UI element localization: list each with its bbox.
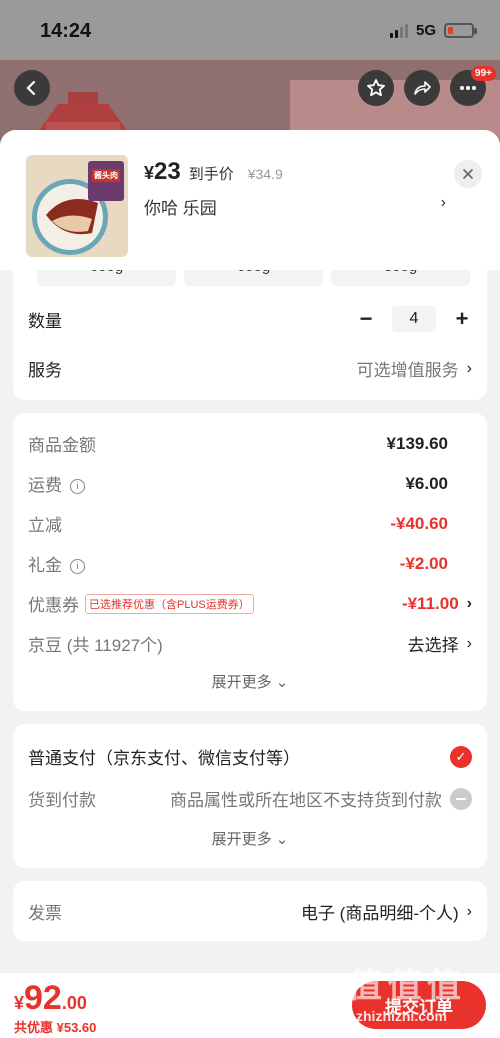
cost-card: 商品金额 ¥139.60 运费 i ¥6.00 立减 -¥40.60 礼金 i -¥… [13,413,487,711]
share-button[interactable] [404,70,440,106]
disabled-icon [450,787,472,810]
instant-discount-row: 立减 -¥40.60 [28,511,472,536]
share-icon [414,81,431,95]
normal-payment-label: 普通支付（京东支付、微信支付等） [28,749,300,768]
info-icon[interactable]: i [70,559,85,575]
beans-value: 去选择 [407,636,459,655]
goods-amount-row: 商品金额 ¥139.60 [28,431,472,456]
service-value: 可选增值服务 [356,361,459,380]
signal-icon [389,23,408,38]
quantity-row: 数量 − 4 + [28,306,472,332]
shipping-value: ¥6.00 [405,473,448,493]
gift-value: -¥2.00 [399,553,448,573]
selected-variant[interactable]: 你哈 乐园 [144,194,217,219]
order-sheet: 酱头肉 ¥ 23 到手价 ¥34.9 你哈 乐园 › 600g 600g 300… [0,130,500,1038]
invoice-card[interactable]: 发票 电子 (商品明细-个人) › [13,881,487,941]
cod-label: 货到付款 [28,791,96,810]
chevron-left-icon [26,80,36,96]
price-line: ¥ 23 到手价 ¥34.9 [144,158,283,186]
product-thumbnail: 酱头肉 [26,155,128,257]
decrease-button[interactable]: − [356,306,376,332]
back-button[interactable] [14,70,50,106]
star-icon [367,79,385,97]
network-label: 5G [415,22,436,39]
beans-label: 京豆 (共 11927个) [28,636,163,655]
chevron-right-icon[interactable]: › [441,194,446,212]
total-decimal: .00 [61,993,87,1013]
thumb-label: 酱头肉 [92,169,120,182]
more-dots-icon [460,86,476,90]
price-symbol: ¥ [144,163,155,183]
payment-card: 普通支付（京东支付、微信支付等） ✓ 货到付款 商品属性或所在地区不支持货到付款… [13,724,487,868]
instant-discount-value: -¥40.60 [390,513,448,533]
battery-icon [444,23,477,38]
coupon-row[interactable]: 优惠券 已选推荐优惠（含PLUS运费券） -¥11.00 › [28,591,472,616]
info-icon[interactable]: i [70,479,85,495]
coupon-label: 优惠券 [28,596,79,615]
coupon-tag: 已选推荐优惠（含PLUS运费券） [85,593,254,614]
favorite-button[interactable] [358,70,394,106]
status-bar: 14:24 5G [0,0,500,60]
message-count-badge: 99+ [471,66,496,81]
cod-row: 货到付款 商品属性或所在地区不支持货到付款 [28,786,472,811]
gift-label: 礼金 [28,556,62,575]
submit-order-button[interactable]: 提交订单 [352,981,486,1029]
invoice-value: 电子 (商品明细-个人) [300,904,459,923]
original-price: ¥34.9 [247,166,283,182]
total-savings: 共优惠 ¥53.60 [14,1020,97,1035]
shipping-row: 运费 i ¥6.00 [28,471,472,496]
status-icons: 5G [389,22,477,39]
price-label: 到手价 [188,166,234,183]
sheet-header: 酱头肉 ¥ 23 到手价 ¥34.9 你哈 乐园 › [0,130,500,270]
normal-payment-row[interactable]: 普通支付（京东支付、微信支付等） ✓ [28,744,472,769]
coupon-value: -¥11.00 [401,593,459,613]
service-row[interactable]: 服务 可选增值服务 › [28,356,472,381]
final-price: 23 [154,158,181,185]
goods-amount-value: ¥139.60 [386,433,448,453]
goods-amount-label: 商品金额 [28,436,96,455]
checkout-bar: ¥ 92 .00 共优惠 ¥53.60 提交订单 [0,973,500,1038]
chevron-right-icon: › [466,359,472,377]
instant-discount-label: 立减 [28,516,62,535]
beans-row[interactable]: 京豆 (共 11927个) 去选择 › [28,631,472,656]
invoice-row[interactable]: 发票 电子 (商品明细-个人) › [28,899,472,924]
expand-more-costs[interactable]: 展开更多 ⌄ [13,671,487,692]
chevron-right-icon: › [466,594,472,612]
expand-more-payment[interactable]: 展开更多 ⌄ [13,828,487,849]
shipping-label: 运费 [28,476,62,495]
cod-note: 商品属性或所在地区不支持货到付款 [170,791,442,810]
increase-button[interactable]: + [452,306,472,332]
chevron-right-icon: › [466,634,472,652]
quantity-stepper: − 4 + [356,306,472,332]
total-integer: 92 [24,979,62,1017]
total-price: ¥ 92 .00 [14,979,87,1018]
invoice-label: 发票 [28,904,62,923]
quantity-input[interactable]: 4 [392,306,436,332]
check-icon[interactable]: ✓ [450,745,472,768]
gift-row: 礼金 i -¥2.00 [28,551,472,576]
status-time: 14:24 [40,20,92,42]
service-label: 服务 [28,361,62,380]
chevron-right-icon: › [466,902,472,920]
close-icon [463,169,473,179]
total-symbol: ¥ [14,993,25,1013]
close-button[interactable] [454,160,482,188]
quantity-label: 数量 [28,311,62,331]
